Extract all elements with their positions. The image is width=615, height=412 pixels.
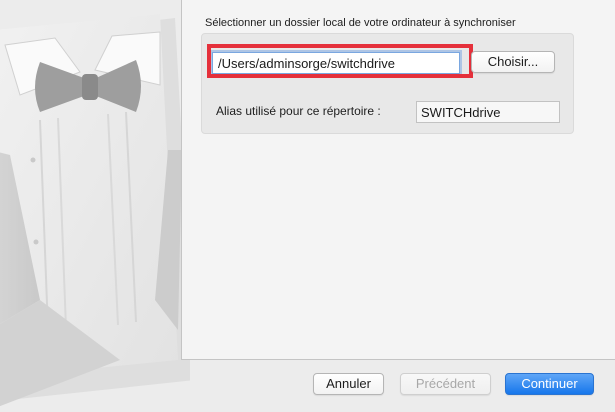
tuxedo-bowtie-icon: [0, 14, 190, 407]
section-title: Sélectionner un dossier local de votre o…: [205, 17, 516, 29]
choose-folder-button[interactable]: Choisir...: [471, 51, 555, 73]
alias-input[interactable]: [416, 101, 560, 123]
setup-panel: Sélectionner un dossier local de votre o…: [181, 0, 615, 360]
alias-label: Alias utilisé pour ce répertoire :: [216, 104, 381, 118]
local-folder-input[interactable]: [212, 52, 460, 74]
previous-button[interactable]: Précédent: [400, 373, 491, 395]
tuxedo-illustration: [0, 0, 190, 412]
continue-button[interactable]: Continuer: [505, 373, 594, 395]
cancel-button[interactable]: Annuler: [313, 373, 384, 395]
